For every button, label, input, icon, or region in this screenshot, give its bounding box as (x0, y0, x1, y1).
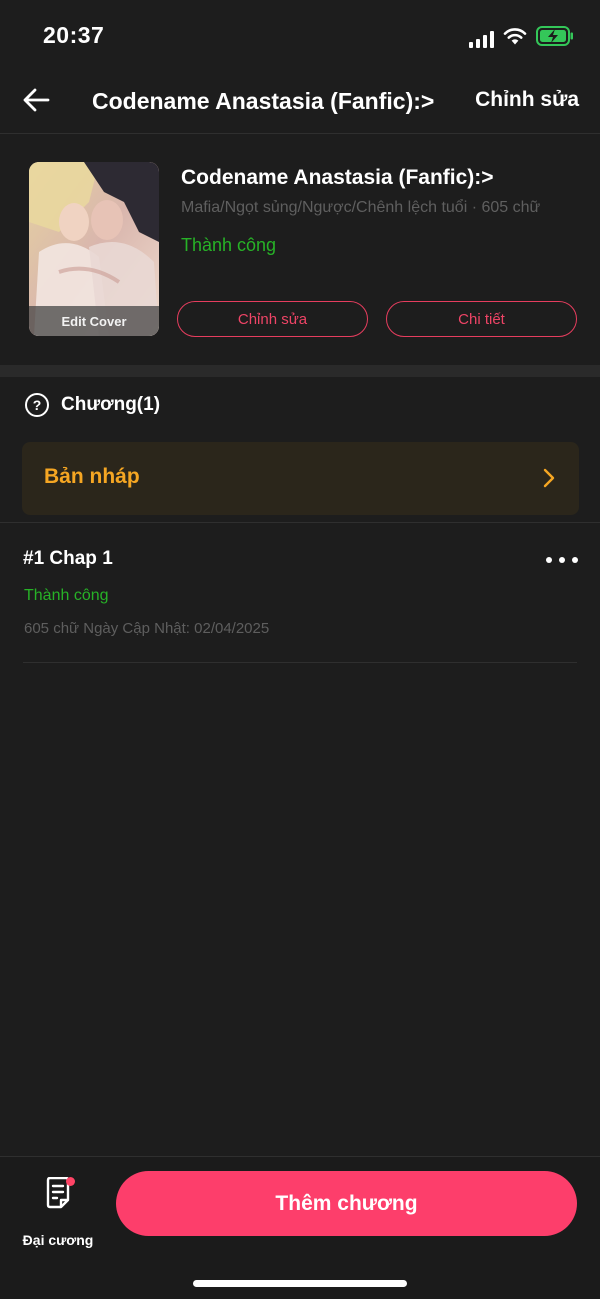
detail-button[interactable]: Chi tiết (386, 301, 577, 337)
edit-header-button[interactable]: Chỉnh sửa (475, 88, 579, 112)
edit-book-button[interactable]: Chỉnh sửa (177, 301, 368, 337)
book-title: Codename Anastasia (Fanfic):> (181, 166, 494, 189)
arrow-left-icon (22, 88, 50, 117)
bottom-bar: Đại cương Thêm chương (0, 1156, 600, 1299)
chapter-title: #1 Chap 1 (23, 548, 113, 569)
chapters-count-label: Chương(1) (61, 394, 161, 415)
divider (0, 522, 600, 523)
status-icons (469, 26, 574, 51)
help-icon[interactable]: ? (25, 393, 49, 417)
edit-cover-label: Edit Cover (29, 306, 159, 336)
back-button[interactable] (18, 84, 54, 120)
more-options-icon[interactable] (546, 550, 578, 570)
add-chapter-button[interactable]: Thêm chương (116, 1171, 577, 1236)
chapter-meta: 605 chữ Ngày Cập Nhật: 02/04/2025 (24, 620, 270, 637)
chapter-list-item[interactable]: #1 Chap 1 Thành công 605 chữ Ngày Cập Nh… (0, 530, 600, 663)
book-status: Thành công (181, 235, 277, 255)
outline-tab[interactable]: Đại cương (16, 1175, 100, 1248)
book-info-section: Edit Cover Codename Anastasia (Fanfic):>… (0, 135, 600, 365)
book-tags: Mafia/Ngọt sủng/Ngược/Chênh lệch tuổi · … (181, 199, 541, 216)
draft-row[interactable]: Bản nháp (22, 442, 579, 515)
wifi-icon (503, 27, 527, 50)
outline-label: Đại cương (22, 1232, 94, 1248)
page-title: Codename Anastasia (Fanfic):> (92, 88, 435, 114)
notification-dot (66, 1177, 75, 1186)
chapters-header: ? Chương(1) (25, 393, 160, 417)
chevron-right-icon (543, 468, 555, 493)
battery-charging-icon (536, 26, 574, 51)
nav-bar: Codename Anastasia (Fanfic):> Chỉnh sửa (0, 70, 600, 134)
document-icon (44, 1176, 75, 1209)
divider (23, 662, 577, 663)
cellular-signal-icon (469, 30, 494, 48)
section-divider (0, 365, 600, 377)
chapter-status: Thành công (24, 587, 109, 604)
draft-label: Bản nháp (44, 465, 140, 488)
cover-image[interactable]: Edit Cover (29, 162, 159, 336)
status-bar: 20:37 (0, 0, 600, 70)
status-time: 20:37 (43, 22, 105, 48)
home-indicator (193, 1280, 407, 1287)
